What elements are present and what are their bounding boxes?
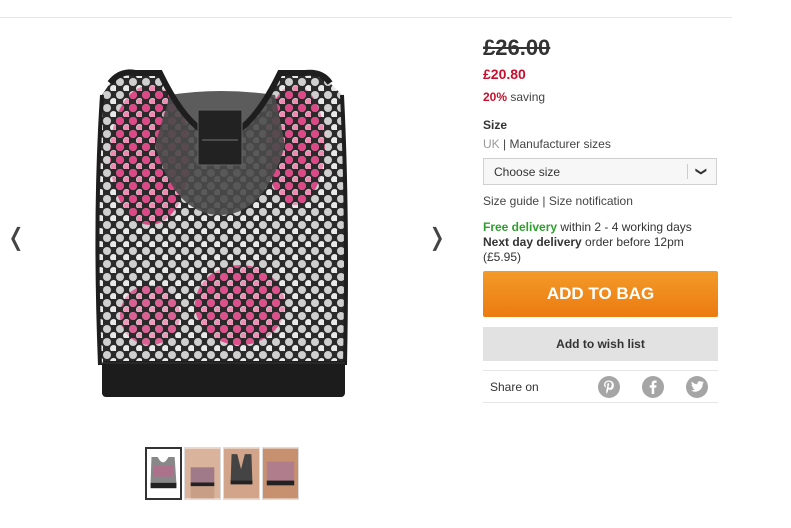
share-label: Share on <box>490 379 539 394</box>
chevron-glyph: ❯ <box>695 166 708 177</box>
chevron-down-icon: ❯ <box>688 165 716 178</box>
free-delivery-line: Free delivery within 2 - 4 working days <box>483 220 719 235</box>
thumbnail-model-front[interactable] <box>184 447 221 500</box>
facebook-icon[interactable] <box>642 375 664 398</box>
free-delivery-detail: within 2 - 4 working days <box>557 220 692 234</box>
was-price: £26.00 <box>483 35 551 60</box>
size-units: UK | Manufacturer sizes <box>483 137 719 151</box>
share-bar: Share on <box>483 370 718 403</box>
twitter-icon[interactable] <box>686 375 708 398</box>
header-divider <box>0 17 732 18</box>
size-heading: Size <box>483 118 508 132</box>
add-to-wishlist-button[interactable]: Add to wish list <box>483 327 718 361</box>
thumbnail-model-back[interactable] <box>223 447 260 500</box>
now-price: £20.80 <box>483 66 526 82</box>
pinterest-icon[interactable] <box>598 375 620 398</box>
saving-percent: 20% <box>483 90 508 104</box>
product-image[interactable] <box>90 65 352 410</box>
next-day-label: Next day delivery <box>483 235 582 249</box>
size-link-separator: | <box>539 194 549 208</box>
next-image-arrow-icon[interactable]: ❭ <box>427 225 447 249</box>
size-notification-link[interactable]: Size notification <box>549 194 633 208</box>
size-guide-link[interactable]: Size guide <box>483 194 539 208</box>
next-day-delivery-line: Next day delivery order before 12pm (£5.… <box>483 235 719 265</box>
thumbnail-front[interactable] <box>145 447 182 500</box>
size-select-value: Choose size <box>494 164 561 179</box>
free-delivery-label: Free delivery <box>483 220 558 234</box>
product-info-panel: £26.00 £20.80 20% saving Size UK | Manuf… <box>483 34 719 403</box>
size-select[interactable]: Choose size ❯ <box>483 158 717 185</box>
size-unit-manufacturer-link[interactable]: Manufacturer sizes <box>509 137 610 151</box>
thumbnail-model-side[interactable] <box>262 447 299 500</box>
saving-text: 20% saving <box>483 90 719 104</box>
add-to-bag-button[interactable]: ADD TO BAG <box>483 271 718 317</box>
saving-label: saving <box>507 90 546 104</box>
previous-image-arrow-icon[interactable]: ❬ <box>6 225 26 249</box>
size-unit-separator: | <box>499 137 510 151</box>
size-unit-uk-link[interactable]: UK <box>483 137 500 151</box>
size-links: Size guide | Size notification <box>483 194 719 208</box>
delivery-info: Free delivery within 2 - 4 working days … <box>483 220 719 265</box>
thumbnail-strip <box>145 447 299 500</box>
